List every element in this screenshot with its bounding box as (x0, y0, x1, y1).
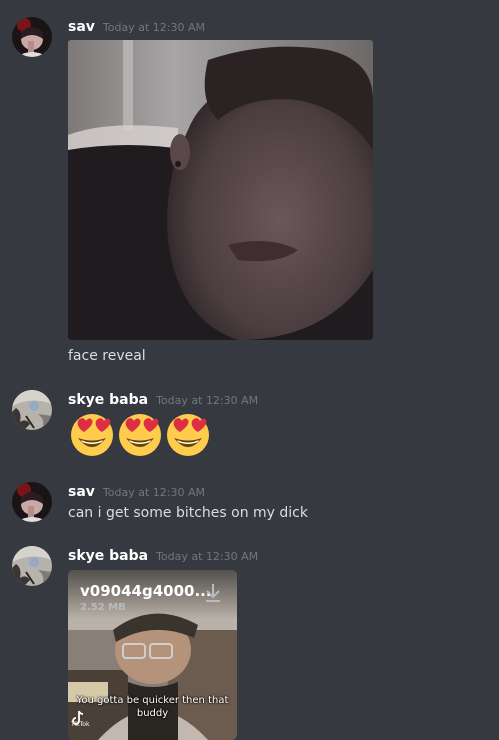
username[interactable]: sav (68, 19, 95, 35)
heart-eyes-emoji[interactable] (164, 410, 212, 458)
message-text: can i get some bitches on my dick (68, 505, 308, 521)
avatar[interactable] (12, 482, 52, 522)
heart-eyes-emoji[interactable] (116, 410, 164, 458)
username[interactable]: sav (68, 484, 95, 500)
timestamp: Today at 12:30 AM (102, 486, 205, 499)
image-attachment[interactable] (68, 40, 373, 340)
heart-eyes-emoji[interactable] (68, 410, 116, 458)
username[interactable]: skye baba (68, 548, 148, 564)
timestamp: Today at 12:30 AM (156, 394, 259, 407)
emoji-row (68, 410, 212, 458)
video-attachment[interactable]: v09044g4000... 2.52 MB You gotta be quic… (68, 570, 237, 740)
video-caption: You gotta be quicker then that buddy (76, 695, 229, 719)
timestamp: Today at 12:30 AM (156, 550, 259, 563)
avatar[interactable] (12, 546, 52, 586)
timestamp: Today at 12:30 AM (102, 21, 205, 34)
avatar[interactable] (12, 17, 52, 57)
video-size: 2.52 MB (80, 602, 126, 613)
username[interactable]: skye baba (68, 392, 148, 408)
video-filename[interactable]: v09044g4000... (80, 582, 212, 600)
download-icon[interactable] (203, 582, 223, 604)
avatar[interactable] (12, 390, 52, 430)
tiktok-watermark: TikTok (71, 721, 90, 728)
message-text: face reveal (68, 348, 146, 364)
